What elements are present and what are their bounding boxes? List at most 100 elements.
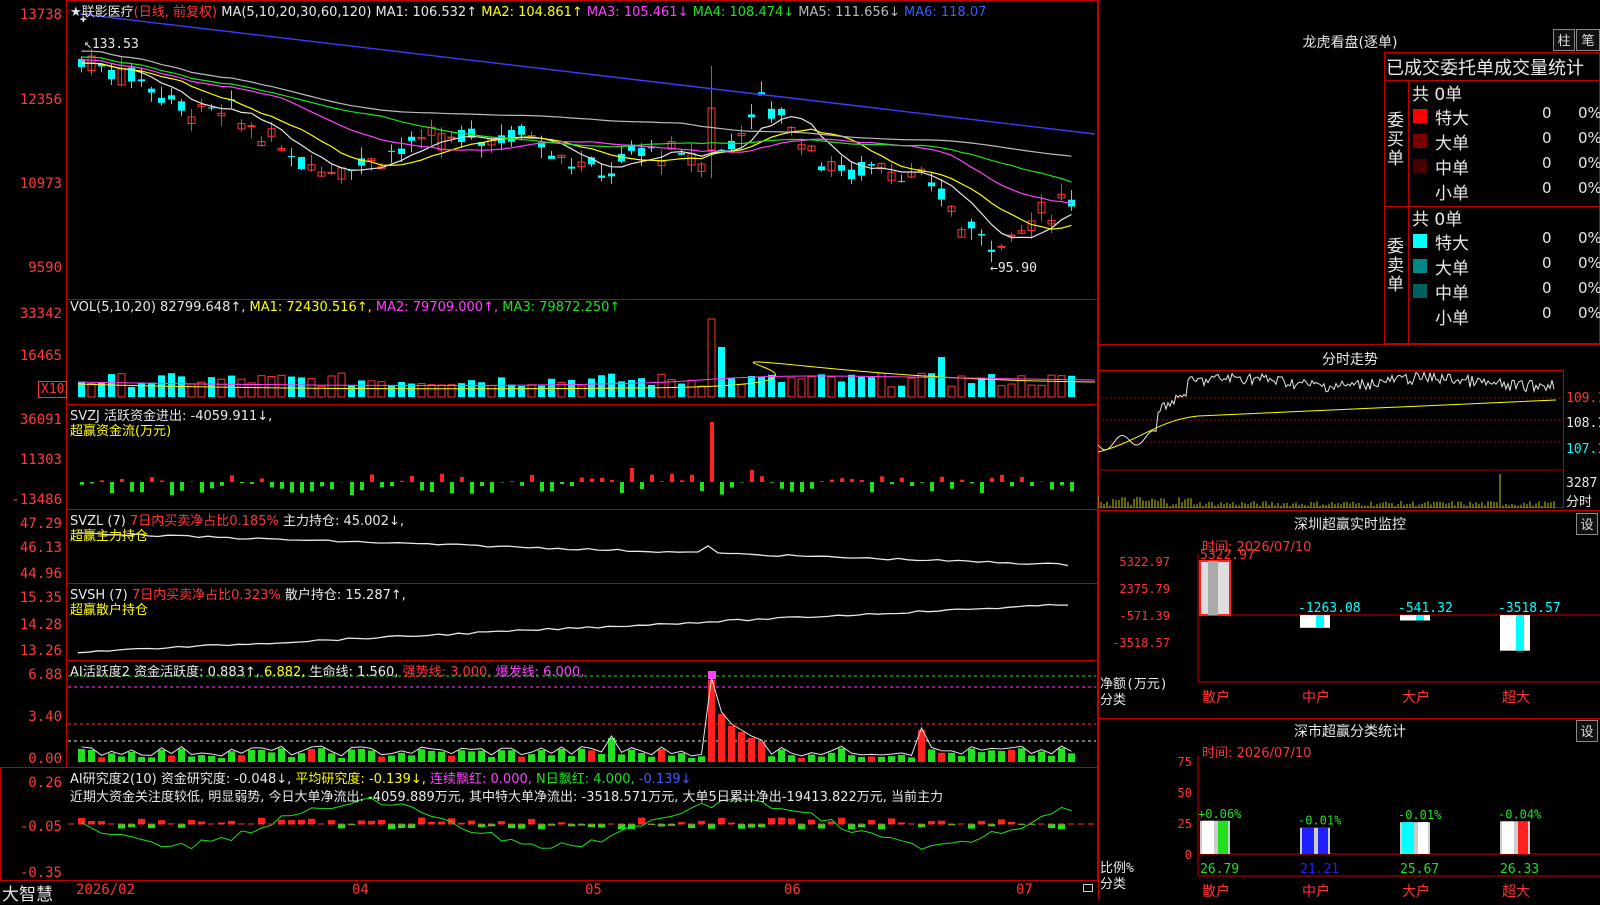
ai-activity-bar <box>148 757 155 762</box>
ai-activity-bar <box>1068 753 1075 762</box>
svzj-bar <box>1020 477 1024 482</box>
volume-bar <box>528 385 535 397</box>
sell-row-name: 大单 <box>1435 254 1469 278</box>
ai-activity-bar <box>438 752 445 762</box>
sell-row-name: 特大 <box>1435 229 1469 253</box>
sz-class-y-label: 75 <box>1178 755 1192 769</box>
sz-class-change: -0.04% <box>1498 807 1542 821</box>
sz-class-bar-left <box>1302 828 1314 854</box>
candle-body <box>598 175 605 177</box>
ai-research-bar <box>688 824 695 828</box>
ai-research-bar <box>358 820 365 824</box>
volume-bar <box>608 374 615 397</box>
lock-icon[interactable] <box>1083 884 1093 892</box>
sz-monitor-category: 散户 <box>1202 689 1230 706</box>
buy-legend-swatch <box>1413 159 1427 173</box>
ai-activity-bar <box>808 755 815 762</box>
ma-line <box>82 63 1072 229</box>
svzl-y-label-1: 47.29 <box>0 516 62 532</box>
favorite-star-icon[interactable]: ★ <box>70 5 82 20</box>
sz-class-bar-left <box>1502 821 1514 854</box>
svzj-y-label-1: 36091 <box>0 412 62 428</box>
ai-research-bar <box>258 818 265 824</box>
ai-research-bar <box>1048 824 1055 828</box>
svzj-bar <box>310 482 314 491</box>
volume-bar <box>328 376 335 397</box>
ai-activity-bar <box>158 750 165 762</box>
sz-class-value: 25.67 <box>1400 862 1439 877</box>
candle-body <box>998 246 1005 247</box>
svzj-bar <box>510 481 514 482</box>
volume-bar <box>718 347 725 397</box>
ai-activity-bar <box>728 726 735 762</box>
sz-monitor-bar <box>1500 615 1530 651</box>
bar-mode-button[interactable]: 柱 <box>1553 29 1575 51</box>
volume-bar <box>228 376 235 397</box>
ai-activity-bar <box>498 750 505 762</box>
volume-bar <box>958 376 965 397</box>
volume-bar <box>728 378 735 397</box>
ai-activity-bar <box>1018 748 1025 762</box>
volume-bar <box>268 376 275 397</box>
volume-bar <box>138 383 145 397</box>
svzj-bar <box>960 480 964 482</box>
candle-body <box>108 70 115 79</box>
svzj-bar <box>1010 482 1014 486</box>
ai-activity-bar <box>278 748 285 762</box>
ai-activity-bar <box>838 748 845 762</box>
buy-row-name: 特大 <box>1435 104 1469 128</box>
sz-class-value: 21.21 <box>1300 862 1339 877</box>
ai-activity-bar <box>968 749 975 762</box>
x-label-2: 04 <box>352 882 369 898</box>
sz-monitor-y-label: -3518.57 <box>1112 636 1170 650</box>
volume-bar <box>808 376 815 397</box>
ai-research-bar <box>178 824 185 828</box>
candle-body <box>768 109 775 119</box>
ai-activity-bar <box>128 752 135 762</box>
svzj-bar <box>330 482 334 489</box>
sz-monitor-x-title: 分类 <box>1100 693 1126 708</box>
tick-mode-button[interactable]: 笔 <box>1576 29 1600 51</box>
svzj-bar <box>940 477 944 482</box>
intraday-vol-label: 3287 <box>1566 476 1597 491</box>
ai-activity-bar <box>468 751 475 762</box>
volume-bar <box>798 379 805 397</box>
svzj-bar <box>680 480 684 482</box>
ai-research-bar <box>788 818 795 824</box>
ai-activity-bar <box>818 757 825 762</box>
buy-row-name: 小单 <box>1435 179 1469 203</box>
vol-info-line: VOL(5,10,20) 82799.648↑, MA1: 72430.516↑… <box>70 300 620 315</box>
ai-activity-bar <box>658 749 665 762</box>
volume-bar <box>748 376 755 397</box>
ai-activity-bar <box>888 756 895 762</box>
ai-burst-marker <box>708 671 716 679</box>
ai-research-bar <box>638 818 645 824</box>
ai-activity-bar <box>318 748 325 762</box>
volume-bar <box>708 319 715 397</box>
candle-body <box>868 164 875 166</box>
volume-bar <box>348 385 355 397</box>
ai-research-bar <box>738 824 745 829</box>
ai-activity-bar <box>898 755 905 762</box>
candle-body <box>898 181 905 182</box>
ai-y-label-2: 3.40 <box>0 709 62 725</box>
ai-activity-bar <box>1058 748 1065 762</box>
candle-body <box>638 148 645 156</box>
svzj-bar <box>890 482 894 484</box>
volume-bar <box>1058 376 1065 397</box>
ai-research-bar <box>188 820 195 824</box>
sz-class-category: 超大 <box>1502 884 1530 900</box>
svzj-bar <box>580 478 584 482</box>
svzj-bar <box>410 476 414 482</box>
lhb-header: 已成交委托单成交量统计 <box>1386 54 1600 80</box>
ai-activity-bar <box>188 756 195 762</box>
sz-monitor-bar-group <box>1200 561 1230 615</box>
sz-monitor-bar-group <box>1500 615 1530 651</box>
svzj-bar <box>840 478 844 482</box>
ai-activity-bar <box>338 758 345 762</box>
volume-bar <box>698 386 705 397</box>
svzj-bar <box>110 482 114 493</box>
svzj-bar <box>170 482 174 495</box>
volume-bar <box>438 385 445 397</box>
ai-activity-bar <box>538 750 545 762</box>
